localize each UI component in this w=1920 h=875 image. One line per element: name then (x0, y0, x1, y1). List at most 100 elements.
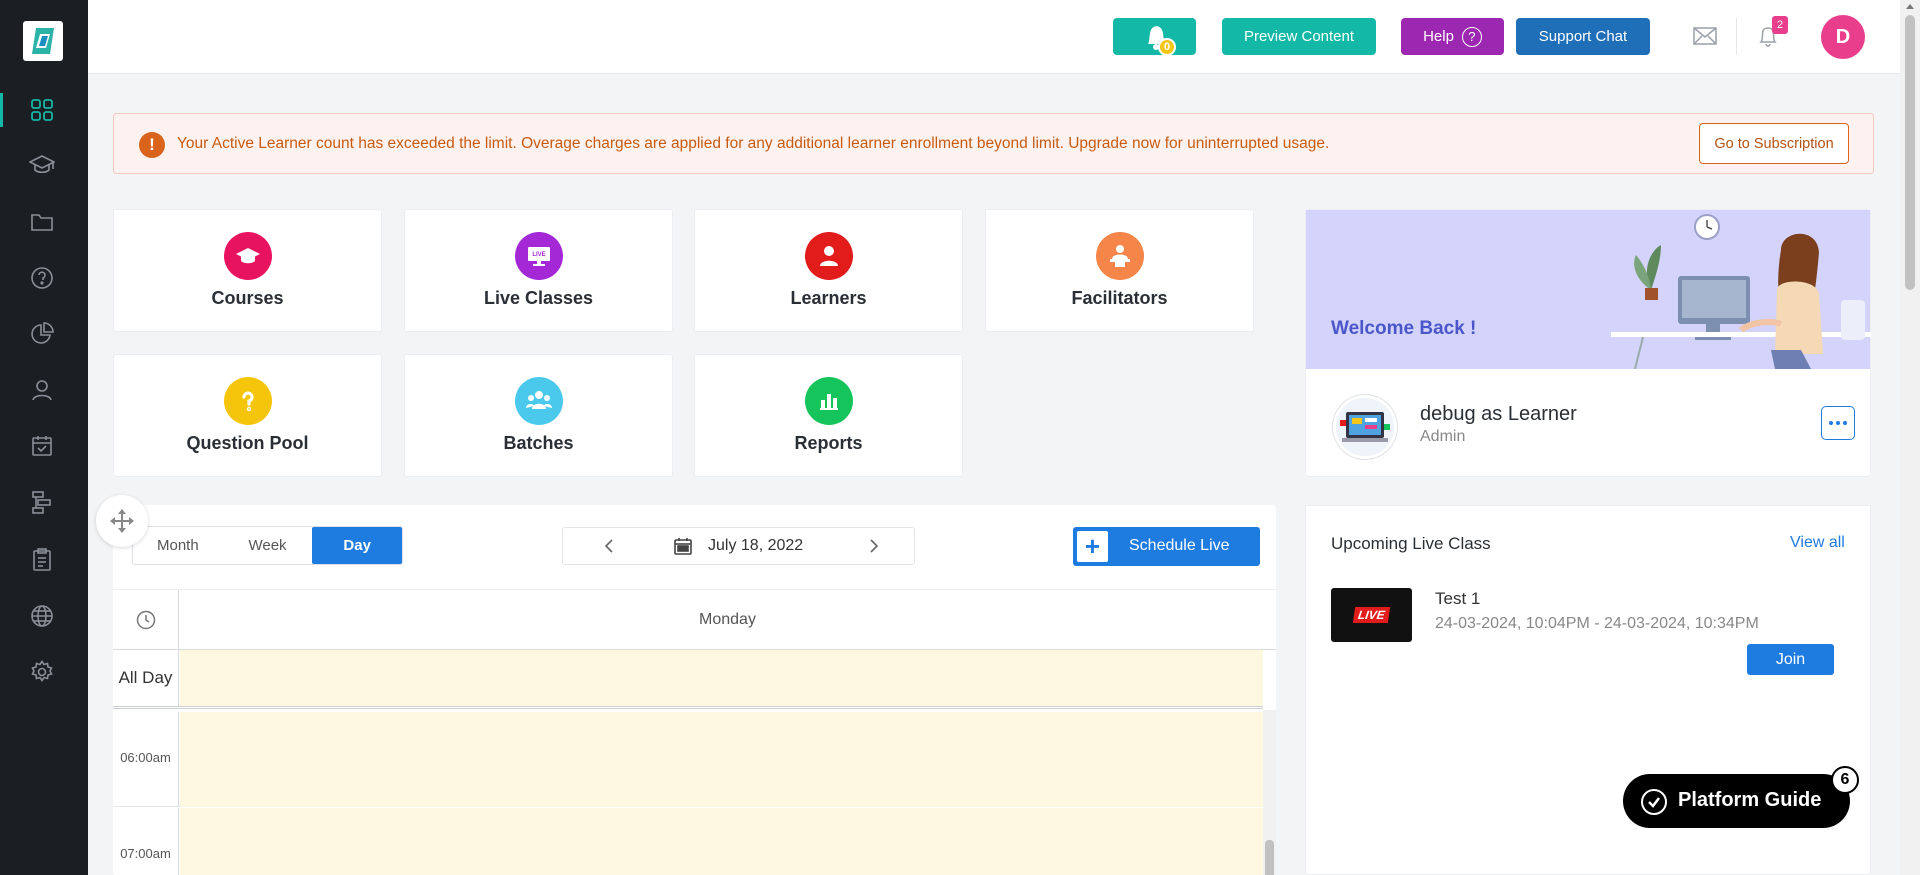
tile-label: Question Pool (186, 433, 309, 453)
time-slot[interactable] (180, 712, 1263, 807)
tile-facilitators[interactable]: Facilitators (985, 209, 1254, 332)
alert-message: Your Active Learner count has exceeded t… (177, 135, 1330, 152)
live-class-name: Test 1 (1435, 589, 1481, 608)
date-navigator: July 18, 2022 (562, 527, 915, 565)
guide-count-badge: 6 (1831, 766, 1859, 794)
platform-guide-button[interactable]: Platform Guide (1623, 774, 1850, 828)
view-month-button[interactable]: Month (133, 527, 223, 564)
tile-reports[interactable]: Reports (694, 354, 963, 477)
live-class-thumbnail[interactable]: LIVE (1331, 588, 1412, 642)
go-to-subscription-button[interactable]: Go to Subscription (1699, 123, 1849, 164)
clipboard-icon[interactable] (28, 546, 56, 574)
graduation-cap-icon (224, 232, 272, 280)
schedule-live-label: Schedule Live (1129, 537, 1230, 554)
page-scrollbar[interactable] (1900, 0, 1920, 875)
user-avatar-button[interactable]: D (1821, 15, 1865, 59)
preview-content-button[interactable]: Preview Content (1222, 18, 1376, 55)
welcome-card: Welcome Back ! debug as Learner Admin (1305, 209, 1871, 477)
calendar-panel: Month Week Day July 18, 2022 + Schedule … (113, 505, 1276, 875)
welcome-greeting: Welcome Back ! (1331, 318, 1477, 339)
group-icon (515, 377, 563, 425)
live-monitor-icon: LIVE (515, 232, 563, 280)
view-day-button[interactable]: Day (312, 527, 403, 564)
tile-label: Live Classes (483, 288, 594, 308)
sitemap-icon[interactable] (28, 488, 56, 516)
top-bar: 0 Preview Content Help ? Support Chat 2 … (88, 0, 1900, 74)
check-circle-icon (1641, 789, 1667, 815)
user-profile-avatar[interactable] (1333, 395, 1397, 459)
tile-label: Reports (794, 433, 863, 453)
all-day-row: All Day (113, 650, 1263, 709)
all-day-label: All Day (113, 650, 179, 706)
live-tag: LIVE (1353, 607, 1390, 623)
schedule-live-button[interactable]: + Schedule Live (1073, 527, 1260, 566)
warning-icon: ! (139, 132, 165, 158)
dashboard-icon[interactable] (28, 96, 56, 124)
calendar-grid-header: Monday (113, 589, 1276, 650)
facilitator-icon (1096, 232, 1144, 280)
calendar-scroll-thumb[interactable] (1265, 840, 1274, 875)
tile-live-classes[interactable]: LIVE Live Classes (404, 209, 673, 332)
tile-label: Facilitators (1071, 288, 1168, 308)
tile-label: Batches (503, 433, 574, 453)
move-arrows-icon[interactable] (96, 495, 148, 547)
desk-illustration (1611, 214, 1871, 369)
scroll-up-arrow[interactable] (1906, 4, 1914, 9)
support-chat-button[interactable]: Support Chat (1516, 18, 1650, 55)
hour-label: 06:00am (113, 712, 179, 807)
pie-chart-icon[interactable] (28, 320, 56, 348)
chevron-left-icon[interactable] (601, 537, 617, 560)
scroll-thumb[interactable] (1905, 15, 1915, 290)
platform-guide-label: Platform Guide (1678, 789, 1822, 811)
time-slot[interactable] (180, 808, 1263, 875)
tile-courses[interactable]: Courses (113, 209, 382, 332)
announcement-bell-button[interactable]: 0 (1113, 18, 1196, 56)
upcoming-title: Upcoming Live Class (1331, 534, 1491, 553)
welcome-banner: Welcome Back ! (1306, 210, 1871, 369)
courses-nav-icon[interactable] (28, 151, 56, 179)
calendar-view-switcher: Month Week Day (132, 526, 403, 565)
plus-icon: + (1077, 531, 1108, 562)
all-day-slot[interactable] (180, 650, 1263, 706)
view-all-link[interactable]: View all (1790, 534, 1845, 552)
help-nav-icon[interactable] (28, 264, 56, 292)
tile-learners[interactable]: Learners (694, 209, 963, 332)
user-name: debug as Learner (1420, 403, 1577, 425)
globe-icon[interactable] (28, 602, 56, 630)
chevron-right-icon[interactable] (866, 537, 882, 560)
tile-label: Learners (790, 288, 867, 308)
nav-active-indicator (0, 93, 3, 127)
bell-count-badge: 0 (1158, 38, 1176, 56)
sidebar (0, 0, 88, 875)
notification-count-badge: 2 (1772, 16, 1788, 34)
topbar-divider (1736, 18, 1737, 55)
question-circle-icon: ? (1461, 26, 1482, 47)
hour-row: 06:00am (113, 712, 1263, 807)
hour-label: 07:00am (113, 808, 179, 875)
hour-row: 07:00am (113, 808, 1263, 875)
join-button[interactable]: Join (1747, 644, 1834, 675)
clock-icon (113, 590, 179, 650)
tile-question-pool[interactable]: Question Pool (113, 354, 382, 477)
view-week-button[interactable]: Week (223, 527, 313, 564)
user-nav-icon[interactable] (28, 376, 56, 404)
learner-limit-alert: ! Your Active Learner count has exceeded… (113, 113, 1874, 174)
mail-icon[interactable] (1693, 24, 1717, 53)
tile-label: Courses (211, 288, 284, 308)
settings-icon[interactable] (28, 658, 56, 686)
calendar-check-icon[interactable] (28, 432, 56, 460)
current-date: July 18, 2022 (708, 537, 804, 554)
question-icon (224, 377, 272, 425)
live-class-time: 24-03-2024, 10:04PM - 24-03-2024, 10:34P… (1435, 615, 1759, 632)
calendar-scrollbar[interactable] (1263, 710, 1276, 875)
calendar-icon[interactable] (673, 536, 693, 561)
app-logo[interactable] (23, 21, 63, 61)
svg-text:LIVE: LIVE (532, 252, 545, 258)
folder-icon[interactable] (28, 208, 56, 236)
help-button[interactable]: Help ? (1401, 18, 1504, 55)
day-column-header: Monday (699, 611, 756, 628)
tile-batches[interactable]: Batches (404, 354, 673, 477)
more-options-button[interactable] (1821, 406, 1855, 440)
bar-chart-icon (805, 377, 853, 425)
help-label: Help (1423, 28, 1454, 45)
